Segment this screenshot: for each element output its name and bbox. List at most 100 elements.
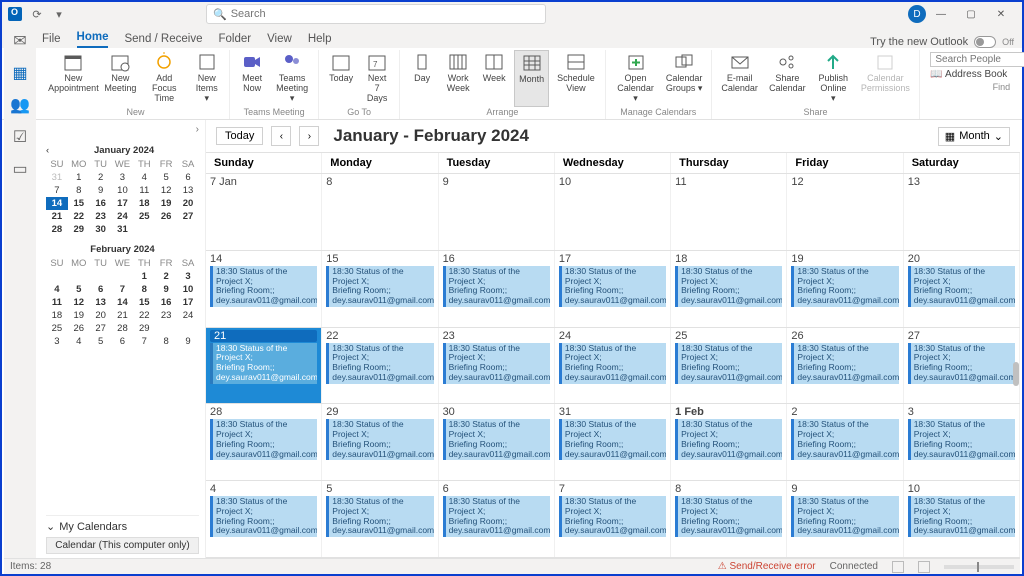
search-box[interactable]: 🔍	[206, 4, 546, 24]
calendar-cell[interactable]: 1718:30 Status of the Project X;Briefing…	[555, 251, 671, 327]
calendar-event[interactable]: 18:30 Status of the Project X;Briefing R…	[326, 266, 433, 307]
today-nav-button[interactable]: Today	[216, 127, 263, 145]
view-normal-icon[interactable]	[892, 561, 904, 573]
day-view-button[interactable]: Day	[406, 50, 438, 107]
scrollbar-thumb[interactable]	[1013, 362, 1019, 386]
calendar-cell[interactable]: 2418:30 Status of the Project X;Briefing…	[555, 328, 671, 404]
today-button[interactable]: Today	[325, 50, 357, 107]
calendar-event[interactable]: 18:30 Status of the Project X;Briefing R…	[559, 343, 666, 384]
share-calendar-button[interactable]: ShareCalendar	[765, 50, 809, 107]
calendar-event[interactable]: 18:30 Status of the Project X;Briefing R…	[559, 266, 666, 307]
calendar-cell[interactable]: 13	[904, 174, 1020, 250]
calendar-cell[interactable]: 618:30 Status of the Project X;Briefing …	[439, 481, 555, 557]
calendar-event[interactable]: 18:30 Status of the Project X;Briefing R…	[443, 343, 550, 384]
calendar-event[interactable]: 18:30 Status of the Project X;Briefing R…	[443, 419, 550, 460]
calendar-event[interactable]: 18:30 Status of the Project X;Briefing R…	[210, 266, 317, 307]
calendar-cell[interactable]: 7 Jan	[206, 174, 322, 250]
calendar-cell[interactable]: 2018:30 Status of the Project X;Briefing…	[904, 251, 1020, 327]
tab-file[interactable]: File	[42, 33, 61, 48]
next-period-button[interactable]: ›	[299, 126, 319, 146]
calendar-event[interactable]: 18:30 Status of the Project X;Briefing R…	[559, 419, 666, 460]
calendar-cell[interactable]: 10	[555, 174, 671, 250]
calendar-event[interactable]: 18:30 Status of the Project X;Briefing R…	[675, 419, 782, 460]
calendar-cell[interactable]: 11	[671, 174, 787, 250]
status-error[interactable]: ⚠ Send/Receive error	[718, 561, 816, 572]
toggle-icon[interactable]	[974, 36, 996, 48]
meet-now-button[interactable]: MeetNow	[236, 50, 268, 107]
calendar-cell[interactable]: 12	[787, 174, 903, 250]
maximize-button[interactable]: ▢	[956, 3, 986, 25]
publish-online-button[interactable]: PublishOnline ▾	[813, 50, 853, 107]
refresh-icon[interactable]: ⟳	[30, 7, 44, 21]
people-icon[interactable]: 👥	[11, 96, 29, 114]
calendar-cell[interactable]: 8	[322, 174, 438, 250]
calendar-cell[interactable]: 1518:30 Status of the Project X;Briefing…	[322, 251, 438, 327]
calendar-cell[interactable]: 3118:30 Status of the Project X;Briefing…	[555, 404, 671, 480]
tab-send-receive[interactable]: Send / Receive	[124, 33, 202, 48]
mini-calendar-february[interactable]: February 2024 SUMOTUWETHFRSA123456789101…	[46, 242, 199, 348]
calendar-cell[interactable]: 518:30 Status of the Project X;Briefing …	[322, 481, 438, 557]
week-view-button[interactable]: Week	[478, 50, 510, 107]
calendar-cell[interactable]: 2618:30 Status of the Project X;Briefing…	[787, 328, 903, 404]
calendar-event[interactable]: 18:30 Status of the Project X;Briefing R…	[791, 343, 898, 384]
my-calendars-toggle[interactable]: ⌄My Calendars	[46, 520, 199, 533]
calendar-cell[interactable]: 418:30 Status of the Project X;Briefing …	[206, 481, 322, 557]
calendar-cell[interactable]: 3018:30 Status of the Project X;Briefing…	[439, 404, 555, 480]
tab-home[interactable]: Home	[77, 31, 109, 48]
calendar-cell[interactable]: 2118:30 Status of the Project X;Briefing…	[206, 328, 322, 404]
zoom-slider[interactable]	[944, 565, 1014, 569]
month-view-button[interactable]: Month	[514, 50, 549, 107]
calendar-event[interactable]: 18:30 Status of the Project X;Briefing R…	[791, 419, 898, 460]
add-focus-time-button[interactable]: Add FocusTime	[142, 50, 186, 107]
calendar-cell[interactable]: 1418:30 Status of the Project X;Briefing…	[206, 251, 322, 327]
calendar-event[interactable]: 18:30 Status of the Project X;Briefing R…	[210, 343, 317, 384]
calendar-cell[interactable]: 918:30 Status of the Project X;Briefing …	[787, 481, 903, 557]
calendar-cell[interactable]: 718:30 Status of the Project X;Briefing …	[555, 481, 671, 557]
user-avatar[interactable]: D	[908, 5, 926, 23]
calendar-groups-button[interactable]: CalendarGroups ▾	[663, 50, 704, 107]
calendar-event[interactable]: 18:30 Status of the Project X;Briefing R…	[443, 266, 550, 307]
tab-view[interactable]: View	[267, 33, 292, 48]
calendar-event[interactable]: 18:30 Status of the Project X;Briefing R…	[326, 343, 433, 384]
calendar-event[interactable]: 18:30 Status of the Project X;Briefing R…	[326, 419, 433, 460]
minimize-button[interactable]: —	[926, 3, 956, 25]
tab-folder[interactable]: Folder	[218, 33, 251, 48]
tasks-icon[interactable]: ☑	[11, 128, 29, 146]
address-book-button[interactable]: 📖 Address Book	[930, 69, 1024, 80]
calendar-cell[interactable]: 318:30 Status of the Project X;Briefing …	[904, 404, 1020, 480]
chevron-right-icon[interactable]: ›	[196, 124, 199, 135]
new-items-button[interactable]: NewItems ▾	[190, 50, 223, 107]
calendar-icon[interactable]: ▦	[11, 64, 29, 82]
calendar-cell[interactable]: 2918:30 Status of the Project X;Briefing…	[322, 404, 438, 480]
calendar-cell[interactable]: 1 Feb18:30 Status of the Project X;Brief…	[671, 404, 787, 480]
calendar-event[interactable]: 18:30 Status of the Project X;Briefing R…	[443, 496, 550, 537]
calendar-cell[interactable]: 218:30 Status of the Project X;Briefing …	[787, 404, 903, 480]
calendar-event[interactable]: 18:30 Status of the Project X;Briefing R…	[908, 343, 1015, 384]
calendar-event[interactable]: 18:30 Status of the Project X;Briefing R…	[675, 266, 782, 307]
calendar-cell[interactable]: 2318:30 Status of the Project X;Briefing…	[439, 328, 555, 404]
calendar-event[interactable]: 18:30 Status of the Project X;Briefing R…	[908, 496, 1015, 537]
calendar-cell[interactable]: 2818:30 Status of the Project X;Briefing…	[206, 404, 322, 480]
calendar-event[interactable]: 18:30 Status of the Project X;Briefing R…	[791, 496, 898, 537]
calendar-cell[interactable]: 1618:30 Status of the Project X;Briefing…	[439, 251, 555, 327]
open-calendar-button[interactable]: OpenCalendar ▾	[612, 50, 660, 107]
schedule-view-button[interactable]: ScheduleView	[553, 50, 599, 107]
new-appointment-button[interactable]: NewAppointment	[48, 50, 99, 107]
calendar-event[interactable]: 18:30 Status of the Project X;Briefing R…	[908, 266, 1015, 307]
search-people-input[interactable]	[930, 52, 1024, 67]
next-7-days-button[interactable]: 7Next 7Days	[361, 50, 393, 107]
calendar-event[interactable]: 18:30 Status of the Project X;Briefing R…	[675, 496, 782, 537]
teams-meeting-button[interactable]: TeamsMeeting ▾	[272, 50, 312, 107]
calendar-event[interactable]: 18:30 Status of the Project X;Briefing R…	[908, 419, 1015, 460]
view-selector[interactable]: ▦ Month ⌄	[938, 127, 1010, 146]
more-icon[interactable]: ▭	[11, 160, 29, 178]
search-input[interactable]	[231, 6, 539, 22]
tab-help[interactable]: Help	[308, 33, 332, 48]
calendar-cell[interactable]: 2518:30 Status of the Project X;Briefing…	[671, 328, 787, 404]
mail-icon[interactable]: ✉	[11, 32, 29, 50]
calendar-event[interactable]: 18:30 Status of the Project X;Briefing R…	[791, 266, 898, 307]
prev-period-button[interactable]: ‹	[271, 126, 291, 146]
calendar-event[interactable]: 18:30 Status of the Project X;Briefing R…	[210, 496, 317, 537]
calendar-cell[interactable]: 818:30 Status of the Project X;Briefing …	[671, 481, 787, 557]
calendar-cell[interactable]: 9	[439, 174, 555, 250]
